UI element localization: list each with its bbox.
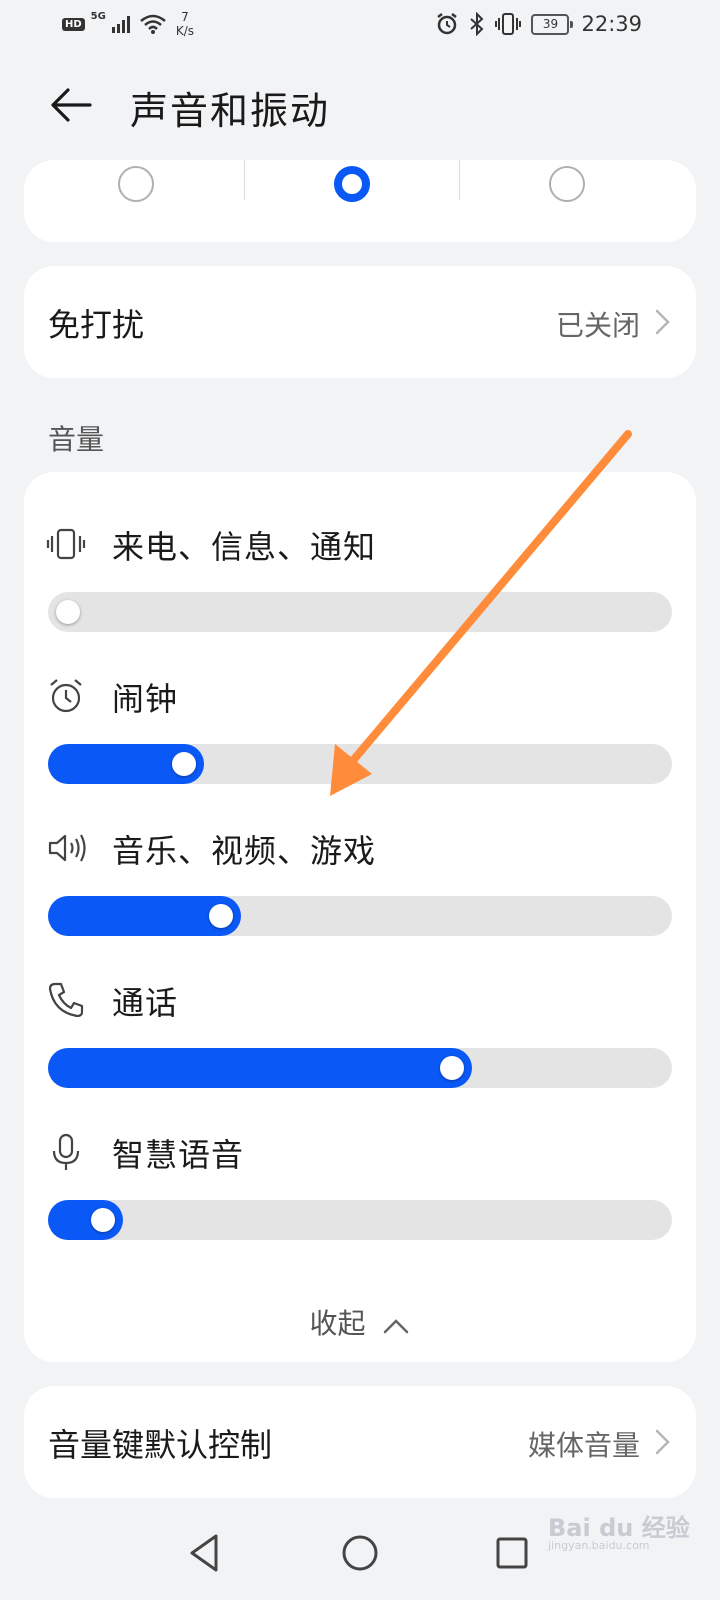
signal-icon xyxy=(111,16,130,33)
vibrate-icon xyxy=(46,528,86,560)
dnd-row[interactable]: 免打扰 已关闭 xyxy=(24,266,696,378)
vibrate-status-icon xyxy=(495,13,522,35)
volume-label: 来电、信息、通知 xyxy=(112,528,377,566)
volume-item-assistant: 智慧语音 xyxy=(24,1080,696,1240)
network-speed: 7 K/s xyxy=(176,10,194,38)
volume-label: 通话 xyxy=(112,984,179,1022)
status-left: HD 5G 7 K/s xyxy=(62,10,194,38)
clock: 22:39 xyxy=(581,12,642,36)
watermark-logo: Bai du 经验 jingyan.baidu.com xyxy=(548,1508,690,1552)
alarm-icon xyxy=(50,679,82,713)
speed-unit: K/s xyxy=(175,24,195,38)
volume-item-call: 通话 xyxy=(24,928,696,1088)
chevron-right-icon xyxy=(655,309,670,335)
volume-item-ringtone: 来电、信息、通知 xyxy=(24,472,696,632)
collapse-button[interactable]: 收起 xyxy=(24,1302,696,1342)
volume-slider-assistant[interactable] xyxy=(48,1200,672,1240)
volume-section-label: 音量 xyxy=(48,423,105,456)
app-header: 声音和振动 xyxy=(0,72,720,136)
sound-mode-option-1[interactable] xyxy=(24,160,248,242)
sound-mode-selector xyxy=(24,160,696,242)
alarm-status-icon xyxy=(437,13,458,35)
status-bar: HD 5G 7 K/s 39 22:39 xyxy=(0,0,720,50)
watermark-brand: Bai du 经验 xyxy=(548,1514,690,1542)
sound-mode-option-2[interactable] xyxy=(240,160,464,242)
volume-item-alarm: 闹钟 xyxy=(24,624,696,784)
hd-badge: HD xyxy=(62,17,85,31)
dnd-label: 免打扰 xyxy=(48,306,145,344)
volume-key-value: 媒体音量 xyxy=(527,1429,640,1462)
volume-item-media: 音乐、视频、游戏 xyxy=(24,776,696,936)
nav-recents-icon[interactable] xyxy=(487,1528,537,1578)
slider-thumb[interactable] xyxy=(56,600,80,624)
volume-label: 智慧语音 xyxy=(112,1136,245,1174)
volume-card: 来电、信息、通知 闹钟 音乐、视频、游戏 通话 智慧语音 收起 xyxy=(24,472,696,1362)
collapse-label: 收起 xyxy=(309,1307,366,1340)
volume-label: 闹钟 xyxy=(112,680,179,718)
slider-thumb[interactable] xyxy=(90,1208,115,1232)
slider-thumb[interactable] xyxy=(172,752,196,776)
chevron-right-icon xyxy=(655,1429,670,1455)
radio-button-selected[interactable] xyxy=(334,166,370,202)
dnd-value: 已关闭 xyxy=(555,309,640,342)
radio-button[interactable] xyxy=(118,166,154,202)
sound-mode-option-3[interactable] xyxy=(455,160,679,242)
phone-icon xyxy=(48,982,84,1018)
volume-label: 音乐、视频、游戏 xyxy=(112,832,377,870)
chevron-up-icon xyxy=(384,1318,409,1333)
wifi-icon xyxy=(140,14,166,34)
status-right: 39 22:39 xyxy=(435,12,642,36)
back-arrow-icon[interactable] xyxy=(48,82,94,128)
nav-back-icon[interactable] xyxy=(180,1528,230,1578)
nav-home-icon[interactable] xyxy=(335,1528,385,1578)
speed-value: 7 xyxy=(181,10,189,24)
radio-button[interactable] xyxy=(549,166,585,202)
network-type: 5G xyxy=(90,10,106,22)
volume-key-row[interactable]: 音量键默认控制 媒体音量 xyxy=(24,1386,696,1498)
speaker-icon xyxy=(48,834,86,862)
mic-icon xyxy=(52,1133,80,1170)
page-title: 声音和振动 xyxy=(130,89,331,133)
battery-indicator: 39 xyxy=(531,13,574,35)
bluetooth-icon xyxy=(470,12,484,36)
volume-key-label: 音量键默认控制 xyxy=(48,1426,273,1464)
